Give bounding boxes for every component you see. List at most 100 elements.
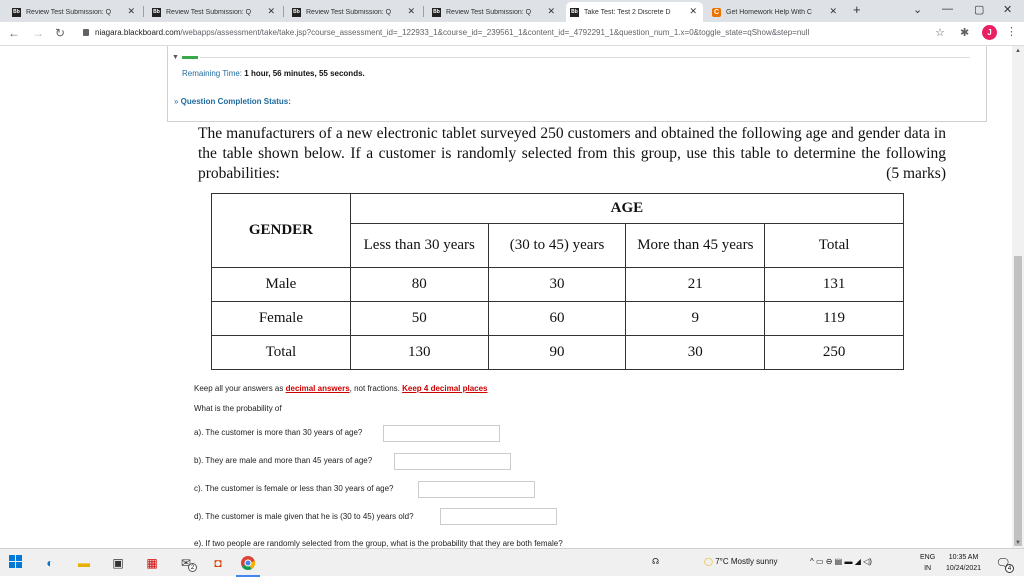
sun-icon: ◯ — [704, 557, 716, 566]
table-cell: 50 — [349, 301, 489, 336]
answer-instructions: Keep all your answers as decimal answers… — [194, 384, 488, 393]
tab-review-1[interactable]: Bb Review Test Submission: Q ✕ — [8, 2, 141, 22]
table-row: Male 80 30 21 131 — [211, 267, 904, 302]
table-cell: 30 — [625, 335, 766, 370]
table-cell: 250 — [764, 335, 904, 370]
table-row: Female 50 60 9 119 — [211, 301, 904, 336]
scrollbar-thumb[interactable] — [1014, 256, 1022, 546]
page-scrollbar[interactable]: ▲ ▼ — [1012, 46, 1024, 548]
table-cell: 80 — [349, 267, 489, 302]
scroll-up-icon[interactable]: ▲ — [1015, 48, 1021, 54]
tab-review-3[interactable]: Bb Review Test Submission: Q ✕ — [288, 2, 421, 22]
remaining-value: 1 hour, 56 minutes, 55 seconds. — [244, 69, 365, 78]
table-cell: 21 — [625, 267, 766, 302]
tab-review-2[interactable]: Bb Review Test Submission: Q ✕ — [148, 2, 281, 22]
windows-start-icon[interactable] — [8, 555, 24, 571]
age-header: AGE — [349, 193, 905, 224]
file-explorer-icon[interactable]: ▬ — [76, 555, 92, 571]
close-icon[interactable]: ✕ — [407, 6, 415, 17]
question-body: The manufacturers of a new electronic ta… — [198, 125, 946, 182]
tab-label: Take Test: Test 2 Discrete D — [584, 8, 671, 16]
url-domain: niagara.blackboard.com — [95, 28, 181, 37]
part-e-label: e). If two people are randomly selected … — [194, 539, 563, 548]
instructions-text: Keep all your answers as — [194, 384, 286, 393]
tab-label: Review Test Submission: Q — [446, 8, 532, 16]
completion-status-label: Question Completion Status: — [180, 97, 291, 106]
edge-icon[interactable]: ◐ — [42, 555, 58, 571]
row-label: Total — [211, 335, 351, 370]
weather-widget[interactable]: ◯ 7°C Mostly sunny — [704, 557, 778, 566]
row-label: Male — [211, 267, 351, 302]
col-more-than-45: More than 45 years — [625, 223, 766, 268]
table-row: Total 130 90 30 250 — [211, 335, 904, 370]
answer-input-c[interactable] — [418, 481, 535, 498]
lock-icon — [83, 29, 89, 36]
decimal-answers-note: decimal answers — [285, 384, 350, 393]
gender-header: GENDER — [211, 193, 351, 268]
office-icon[interactable]: ◘ — [210, 555, 226, 571]
tab-search-icon[interactable]: ⌄ — [913, 3, 922, 16]
maximize-icon[interactable]: ▢ — [974, 3, 984, 16]
blackboard-icon: Bb — [152, 7, 161, 17]
table-cell: 131 — [764, 267, 904, 302]
row-label: Female — [211, 301, 351, 336]
expand-icon: » — [174, 97, 181, 106]
answer-input-b[interactable] — [394, 453, 511, 470]
close-icon[interactable]: ✕ — [547, 6, 555, 17]
tab-chegg[interactable]: C Get Homework Help With C ✕ — [708, 2, 843, 22]
remaining-time: Remaining Time: 1 hour, 56 minutes, 55 s… — [182, 69, 365, 78]
address-bar[interactable]: niagara.blackboard.com/webapps/assessmen… — [95, 28, 809, 37]
window-close-icon[interactable]: ✕ — [1003, 3, 1012, 16]
part-b-label: b). They are male and more than 45 years… — [194, 456, 373, 465]
scroll-down-icon[interactable]: ▼ — [1015, 540, 1021, 546]
tab-label: Review Test Submission: Q — [166, 8, 252, 16]
windows-taskbar: ◐ ▬ ▣ ▦ ✉ 2 ◘ ☊ ◯ 7°C Mostly sunny ^ ▭ ⊖… — [0, 548, 1024, 577]
forward-icon[interactable]: → — [32, 26, 44, 40]
back-icon[interactable]: ← — [8, 26, 20, 40]
answer-input-d[interactable] — [440, 508, 557, 525]
part-a-label: a). The customer is more than 30 years o… — [194, 428, 363, 437]
language-indicator[interactable]: ENG IN — [920, 552, 935, 574]
age-gender-table: GENDER AGE Less than 30 years (30 to 45)… — [211, 193, 905, 370]
chrome-icon[interactable] — [240, 555, 256, 571]
col-total: Total — [764, 223, 904, 268]
reload-icon[interactable]: ↻ — [55, 26, 65, 40]
progress-indicator — [182, 56, 198, 59]
close-icon[interactable]: ✕ — [689, 6, 697, 17]
browser-menu-icon[interactable]: ⋮ — [1006, 25, 1017, 38]
col-less-than-30: Less than 30 years — [349, 223, 489, 268]
table-cell: 130 — [349, 335, 489, 370]
system-clock[interactable]: 10:35 AM 10/24/2021 — [946, 552, 981, 574]
notification-badge: 2 — [188, 563, 197, 572]
close-icon[interactable]: ✕ — [829, 6, 837, 17]
tab-strip: Bb Review Test Submission: Q ✕ Bb Review… — [0, 0, 1024, 22]
blackboard-icon: Bb — [12, 7, 21, 17]
new-tab-button[interactable]: + — [853, 2, 861, 17]
close-icon[interactable]: ✕ — [267, 6, 275, 17]
table-cell: 60 — [487, 301, 627, 336]
table-cell: 30 — [487, 267, 627, 302]
blackboard-icon: Bb — [570, 7, 579, 17]
profile-avatar[interactable]: J — [982, 25, 997, 40]
blackboard-icon: Bb — [432, 7, 441, 17]
tray-icons[interactable]: ^ ▭ ⊖ ▤ ▬ ◢ ◁) — [810, 557, 872, 566]
tab-take-test[interactable]: Bb Take Test: Test 2 Discrete D ✕ — [566, 2, 703, 22]
collapse-arrow-icon[interactable]: ▼ — [172, 54, 179, 61]
weather-text: 7°C Mostly sunny — [715, 557, 778, 566]
bookmark-star-icon[interactable]: ☆ — [935, 26, 945, 39]
table-cell: 90 — [487, 335, 627, 370]
tab-label: Get Homework Help With C — [726, 8, 812, 16]
minimize-icon[interactable]: — — [942, 3, 953, 15]
blackboard-icon: Bb — [292, 7, 301, 17]
table-cell: 119 — [764, 301, 904, 336]
tab-review-4[interactable]: Bb Review Test Submission: Q ✕ — [428, 2, 561, 22]
app-icon[interactable]: ▦ — [144, 555, 160, 571]
part-c-label: c). The customer is female or less than … — [194, 484, 394, 493]
page-content: ▼ Remaining Time: 1 hour, 56 minutes, 55… — [0, 46, 1012, 548]
question-completion-status[interactable]: » Question Completion Status: — [174, 97, 291, 106]
extensions-icon[interactable]: ✱ — [960, 26, 969, 39]
people-icon[interactable]: ☊ — [652, 557, 659, 566]
close-icon[interactable]: ✕ — [127, 6, 135, 17]
answer-input-a[interactable] — [383, 425, 500, 442]
store-icon[interactable]: ▣ — [110, 555, 126, 571]
